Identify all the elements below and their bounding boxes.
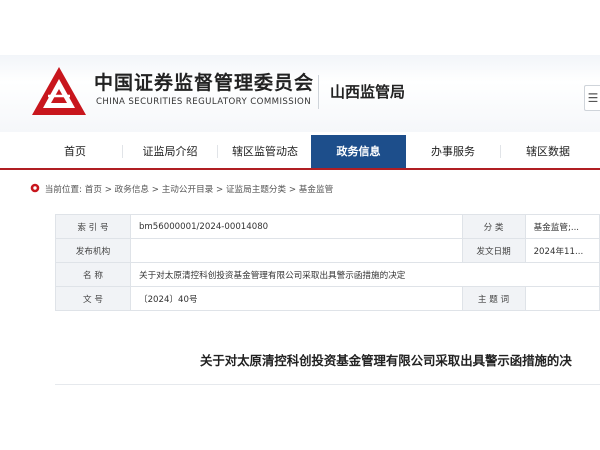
org-name-en: CHINA SECURITIES REGULATORY COMMISSION bbox=[96, 97, 312, 107]
org-name-cn: 中国证券监督管理委员会 bbox=[94, 72, 315, 94]
breadcrumb: 当前位置: 首页 > 政务信息 > 主动公开目录 > 证监局主题分类 > 基金监… bbox=[30, 183, 333, 197]
main-nav: 首页 证监局介绍 辖区监管动态 政务信息 办事服务 辖区数据 bbox=[0, 135, 600, 170]
breadcrumb-link-topic[interactable]: 证监局主题分类 bbox=[226, 185, 286, 195]
top-corner-button[interactable]: ☰ bbox=[584, 85, 600, 111]
breadcrumb-link-fund[interactable]: 基金监管 bbox=[299, 185, 333, 195]
document-title: 关于对太原清控科创投资基金管理有限公司采取出具警示函措施的决 bbox=[200, 353, 572, 368]
topic-value bbox=[524, 286, 600, 311]
title-divider bbox=[55, 384, 600, 385]
breadcrumb-separator: > bbox=[216, 185, 224, 195]
breadcrumb-separator: > bbox=[288, 185, 297, 195]
table-row: 发布机构 发文日期 2024年11... bbox=[55, 238, 600, 263]
docno-label: 文 号 bbox=[55, 286, 131, 311]
nav-item-district-data[interactable]: 辖区数据 bbox=[501, 135, 595, 168]
page-content: 中国证券监督管理委员会 CHINA SECURITIES REGULATORY … bbox=[0, 55, 600, 396]
name-label: 名 称 bbox=[55, 262, 131, 287]
csrc-logo-icon bbox=[32, 67, 86, 115]
topic-label: 主 题 词 bbox=[461, 286, 526, 311]
table-row: 名 称 关于对太原清控科创投资基金管理有限公司采取出具警示函措施的决定 bbox=[55, 262, 600, 287]
site-header: 中国证券监督管理委员会 CHINA SECURITIES REGULATORY … bbox=[0, 55, 600, 132]
breadcrumb-link-home[interactable]: 首页 bbox=[85, 185, 102, 195]
table-row: 文 号 〔2024〕40号 主 题 词 bbox=[55, 286, 600, 311]
nav-item-regulatory-news[interactable]: 辖区监管动态 bbox=[218, 135, 312, 168]
issuer-label: 发布机构 bbox=[55, 238, 131, 263]
nav-item-bureau-intro[interactable]: 证监局介绍 bbox=[123, 135, 217, 168]
index-value: bm56000001/2024-00014080 bbox=[129, 214, 463, 239]
index-label: 索 引 号 bbox=[55, 214, 131, 239]
issuer-value bbox=[129, 238, 463, 263]
date-label: 发文日期 bbox=[461, 238, 526, 263]
nav-item-services[interactable]: 办事服务 bbox=[406, 135, 500, 168]
breadcrumb-link-catalog[interactable]: 主动公开目录 bbox=[162, 185, 214, 195]
breadcrumb-prefix: 当前位置: bbox=[44, 185, 83, 195]
category-value: 基金监管;... bbox=[524, 214, 600, 239]
date-value: 2024年11... bbox=[524, 238, 600, 263]
document-info-table: 索 引 号 bm56000001/2024-00014080 分 类 基金监管;… bbox=[55, 214, 600, 311]
header-divider bbox=[318, 75, 319, 109]
nav-item-home[interactable]: 首页 bbox=[28, 135, 122, 168]
nav-item-government-info[interactable]: 政务信息 bbox=[311, 135, 406, 168]
docno-value: 〔2024〕40号 bbox=[129, 286, 463, 311]
bureau-name: 山西监管局 bbox=[330, 83, 406, 101]
table-row: 索 引 号 bm56000001/2024-00014080 分 类 基金监管;… bbox=[55, 214, 600, 239]
name-value: 关于对太原清控科创投资基金管理有限公司采取出具警示函措施的决定 bbox=[129, 262, 600, 287]
breadcrumb-separator: > bbox=[151, 185, 159, 195]
breadcrumb-separator: > bbox=[104, 185, 112, 195]
breadcrumb-link-government-info[interactable]: 政务信息 bbox=[115, 185, 149, 195]
location-icon bbox=[30, 183, 40, 193]
category-label: 分 类 bbox=[461, 214, 526, 239]
